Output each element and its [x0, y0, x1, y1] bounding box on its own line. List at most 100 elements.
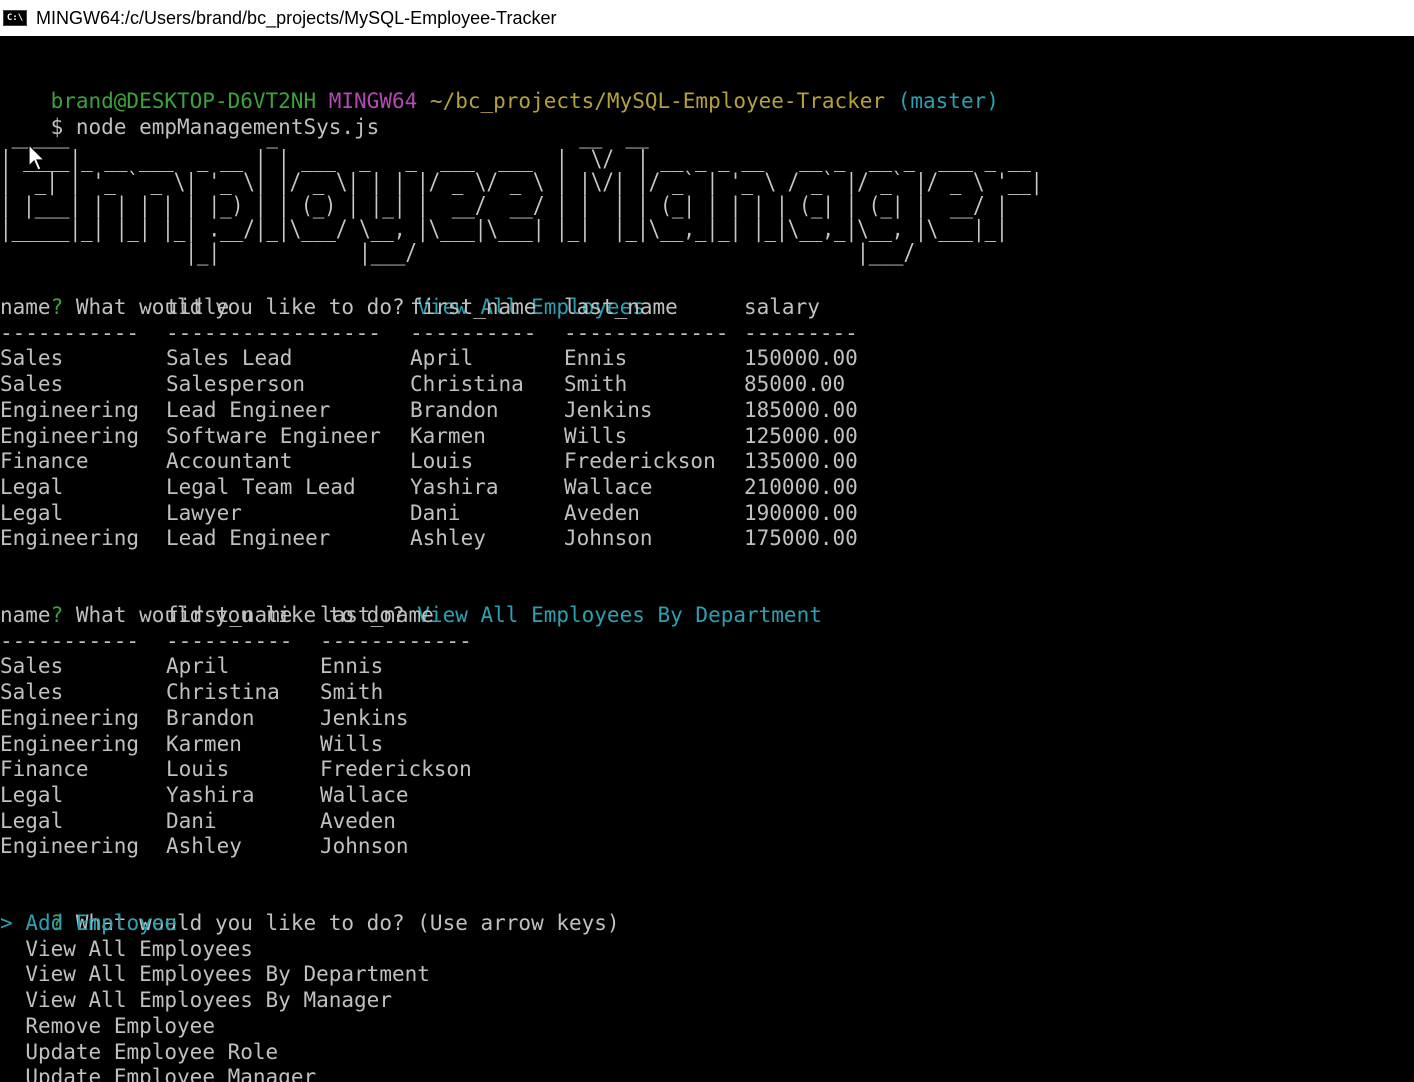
- table-cell: Aveden: [564, 500, 640, 525]
- table-cell: Accountant: [166, 449, 293, 474]
- table-cell: Ennis: [320, 654, 384, 679]
- table-cell: first_name: [166, 603, 293, 627]
- table-cell: Wills: [320, 731, 384, 756]
- table-row: Engineering Brandon Jenkins: [0, 705, 1414, 731]
- table-cell: Christina: [410, 372, 524, 397]
- menu-item-label: Update Employee Role: [25, 1039, 279, 1064]
- table-row: Sales Salesperson Christina Smith 85000.00: [0, 371, 1414, 397]
- table-cell: Lead Engineer: [166, 397, 331, 422]
- console-icon: C:\: [3, 10, 27, 26]
- table-cell: Sales: [0, 372, 64, 397]
- table-cell: Engineering: [0, 397, 140, 422]
- table-cell: Wallace: [564, 474, 653, 499]
- menu-item[interactable]: View All Employees: [0, 936, 253, 962]
- table-separator: ----------- ---------- ------------: [0, 628, 1414, 654]
- table-cell: Brandon: [410, 397, 499, 422]
- table-cell: April: [410, 346, 474, 371]
- table-cell: -----------: [0, 320, 140, 345]
- table-cell: first_name: [410, 295, 537, 319]
- table-cell: Lead Engineer: [166, 526, 331, 551]
- table-cell: Frederickson: [320, 757, 472, 782]
- menu-item[interactable]: Update Employee Manager: [0, 1064, 316, 1082]
- table-row: Finance Accountant Louis Frederickson 135000…: [0, 448, 1414, 474]
- menu-pointer-icon: [0, 1040, 13, 1064]
- menu-item[interactable]: Update Employee Role: [0, 1039, 278, 1065]
- current-path: ~/bc_projects/MySQL-Employee-Tracker: [429, 89, 886, 113]
- table-cell: name: [0, 295, 51, 319]
- table-row: Engineering Software Engineer Karmen Wills 1…: [0, 423, 1414, 449]
- command-line: $ node empManagementSys.js: [0, 88, 380, 139]
- table-cell: ----------: [166, 628, 293, 653]
- terminal-area[interactable]: brand@DESKTOP-D6VT2NH MINGW64 ~/bc_proje…: [0, 36, 1414, 1082]
- table-cell: 185000.00: [744, 397, 858, 422]
- table-cell: Jenkins: [564, 397, 653, 422]
- table-row: Sales Christina Smith: [0, 679, 1414, 705]
- table-cell: Engineering: [0, 526, 140, 551]
- menu-item-label: Add Employee: [25, 911, 178, 935]
- shell-prompt-line: brand@DESKTOP-D6VT2NH MINGW64 ~/bc_proje…: [0, 62, 999, 113]
- table-cell: Christina: [166, 680, 280, 705]
- menu-pointer-icon: [0, 988, 13, 1012]
- table-cell: Frederickson: [564, 449, 716, 474]
- table-cell: 135000.00: [744, 449, 858, 474]
- table-row: Engineering Ashley Johnson: [0, 833, 1414, 859]
- menu-item[interactable]: View All Employees By Department: [0, 961, 430, 987]
- table-cell: Legal: [0, 782, 64, 807]
- table-cell: Finance: [0, 757, 89, 782]
- window-title-bar[interactable]: C:\ MINGW64:/c/Users/brand/bc_projects/M…: [0, 0, 1414, 36]
- menu-pointer-icon: [0, 1014, 13, 1038]
- table-cell: Salesperson: [166, 372, 306, 397]
- table-row: Engineering Lead Engineer Brandon Jenkins 18…: [0, 397, 1414, 423]
- menu-item-label: View All Employees By Department: [25, 962, 430, 987]
- table-cell: Lawyer: [166, 500, 242, 525]
- question-line-3: ? What would you like to do? (Use arrow …: [0, 884, 620, 935]
- table-cell: Legal Team Lead: [166, 474, 356, 499]
- menu-item-label: View All Employees: [25, 936, 253, 961]
- table-cell: Johnson: [320, 834, 409, 859]
- table-cell: Dani: [166, 808, 217, 833]
- table-cell: ----------: [410, 320, 537, 345]
- table-row: Legal Dani Aveden: [0, 808, 1414, 834]
- table-cell: title: [166, 295, 230, 319]
- table-cell: 175000.00: [744, 526, 858, 551]
- table-cell: Engineering: [0, 731, 140, 756]
- table-cell: Smith: [320, 680, 384, 705]
- table-cell: last_name: [320, 603, 434, 627]
- table-cell: April: [166, 654, 230, 679]
- table-cell: 125000.00: [744, 423, 858, 448]
- table-cell: Legal: [0, 500, 64, 525]
- table-cell: Ennis: [564, 346, 628, 371]
- table-cell: Jenkins: [320, 705, 409, 730]
- table-cell: 150000.00: [744, 346, 858, 371]
- table-header: name title first_name last_name salary: [0, 294, 1414, 320]
- table-cell: Finance: [0, 449, 89, 474]
- table-cell: Engineering: [0, 834, 140, 859]
- table-row: Engineering Karmen Wills: [0, 731, 1414, 757]
- menu-pointer-icon: [0, 937, 13, 961]
- menu-pointer-icon: [0, 1065, 13, 1082]
- table-cell: 210000.00: [744, 474, 858, 499]
- table-cell: Dani: [410, 500, 461, 525]
- table-cell: salary: [744, 295, 820, 319]
- table-cell: last_name: [564, 295, 678, 319]
- table-cell: Legal: [0, 474, 64, 499]
- menu-item-label: View All Employees By Manager: [25, 988, 392, 1013]
- table-cell: -----------------: [166, 320, 381, 345]
- table-cell: Ashley: [410, 526, 486, 551]
- table-cell: Engineering: [0, 423, 140, 448]
- table-row: Engineering Lead Engineer Ashley Johnson 175…: [0, 525, 1414, 551]
- table-cell: Smith: [564, 372, 628, 397]
- ascii-banner: _____ _ __ __ | ____|_ __ ___ _ __ | | _…: [0, 122, 1043, 267]
- table-header: name first_name last_name: [0, 602, 1414, 628]
- menu-item[interactable]: > Add Employee: [0, 910, 177, 936]
- menu-item[interactable]: View All Employees By Manager: [0, 987, 392, 1013]
- table-row: Legal Lawyer Dani Aveden 190000.00: [0, 500, 1414, 526]
- table-cell: Sales: [0, 680, 64, 705]
- menu-pointer-icon: [0, 962, 13, 986]
- window-title: MINGW64:/c/Users/brand/bc_projects/MySQL…: [36, 7, 557, 28]
- menu-item[interactable]: Remove Employee: [0, 1013, 215, 1039]
- table-cell: Sales Lead: [166, 346, 293, 371]
- table-cell: Karmen: [166, 731, 242, 756]
- table-cell: Sales: [0, 654, 64, 679]
- question-line-1: ? What would you like to do? View All Em…: [0, 268, 645, 319]
